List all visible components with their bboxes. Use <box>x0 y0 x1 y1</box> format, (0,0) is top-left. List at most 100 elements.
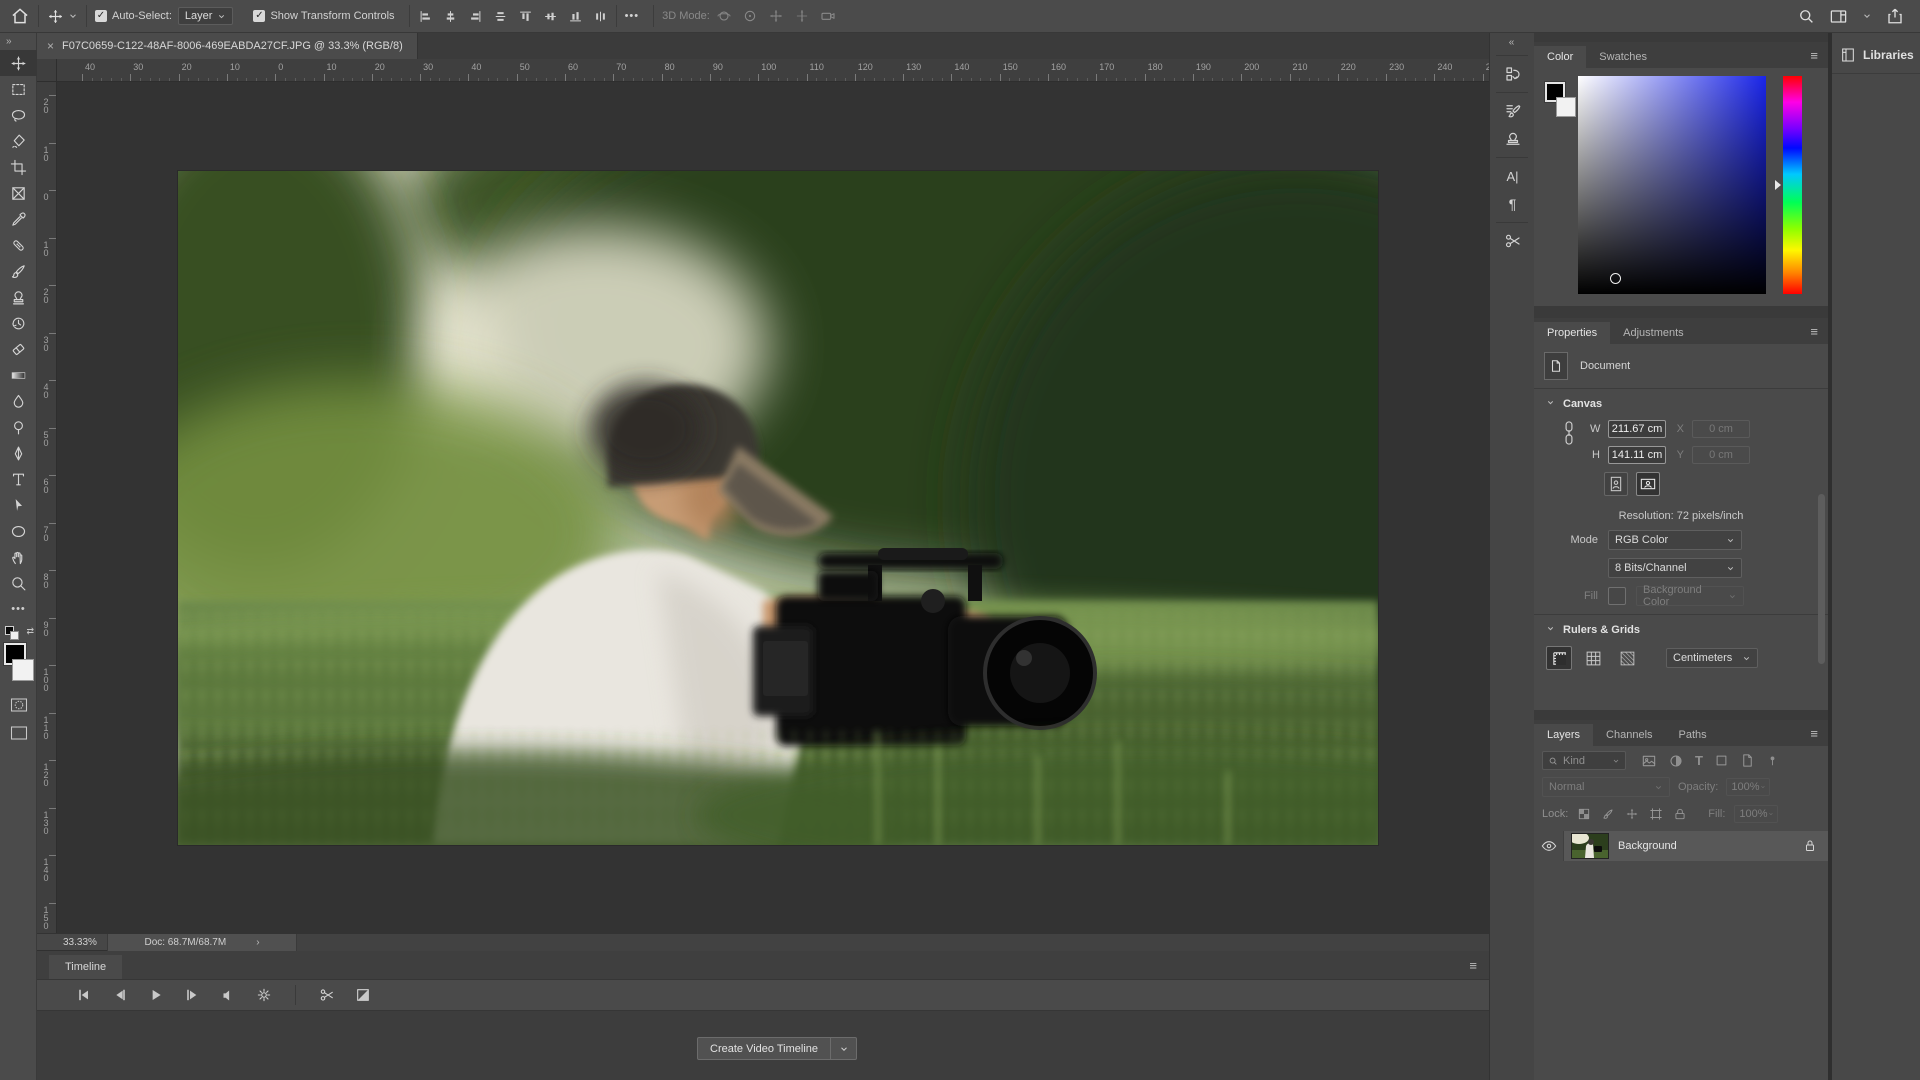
tab-channels[interactable]: Channels <box>1593 724 1665 746</box>
tab-color[interactable]: Color <box>1534 46 1586 68</box>
panel-menu-icon[interactable]: ≡ <box>1810 48 1818 63</box>
color-marker[interactable] <box>1610 273 1621 284</box>
pasteboard[interactable] <box>57 82 1489 933</box>
toggle-rulers-button[interactable] <box>1546 646 1572 670</box>
width-field[interactable]: 211.67 cm <box>1608 420 1666 438</box>
share-icon[interactable] <box>1886 7 1904 25</box>
align-top-edges-icon[interactable] <box>518 9 533 24</box>
saturation-brightness-box[interactable] <box>1578 76 1766 294</box>
align-vertical-centers-icon[interactable] <box>543 9 558 24</box>
x-field[interactable]: 0 cm <box>1692 420 1750 438</box>
3d-orbit-icon[interactable] <box>716 8 732 24</box>
lock-artboard-icon[interactable] <box>1649 807 1663 821</box>
tab-paths[interactable]: Paths <box>1666 724 1720 746</box>
options-more-button[interactable]: ••• <box>625 10 640 22</box>
libraries-header[interactable]: Libraries <box>1832 33 1920 74</box>
layer-thumbnail[interactable] <box>1572 834 1608 858</box>
object-selection-tool[interactable] <box>0 128 37 154</box>
3d-camera-icon[interactable] <box>820 8 836 24</box>
audio-button[interactable] <box>217 988 239 1003</box>
ruler-units-dropdown[interactable]: Centimeters <box>1666 648 1758 668</box>
tab-layers[interactable]: Layers <box>1534 724 1593 746</box>
quick-mask-button[interactable] <box>0 692 37 718</box>
search-icon[interactable] <box>1797 7 1815 25</box>
character-panel-icon[interactable]: A| <box>1490 162 1535 190</box>
distribute-vertical-centers-icon[interactable] <box>493 9 508 24</box>
hue-slider[interactable] <box>1783 76 1802 294</box>
lock-position-icon[interactable] <box>1625 807 1639 821</box>
frame-tool[interactable] <box>0 180 37 206</box>
panel-menu-icon[interactable]: ≡ <box>1810 726 1818 741</box>
layer-locked-icon[interactable] <box>1804 839 1816 853</box>
history-panel-icon[interactable] <box>1490 60 1535 88</box>
filter-type-icon[interactable]: T <box>1695 753 1703 769</box>
3d-roll-icon[interactable] <box>742 8 758 24</box>
blend-mode-dropdown[interactable]: Normal <box>1542 777 1670 797</box>
filter-shape-icon[interactable] <box>1714 753 1729 769</box>
swap-colors-icon[interactable]: ⇄ <box>26 626 34 637</box>
brush-settings-panel-icon[interactable] <box>1490 97 1535 125</box>
canvas-fill-swatch[interactable] <box>1608 587 1626 605</box>
layer-row-background[interactable]: Background <box>1534 831 1828 861</box>
photo-canvas[interactable] <box>178 171 1378 845</box>
split-at-playhead-button[interactable] <box>316 987 338 1003</box>
blur-tool[interactable] <box>0 388 37 414</box>
previous-frame-button[interactable] <box>109 987 131 1003</box>
ruler-corner[interactable] <box>37 59 57 82</box>
panel-menu-icon[interactable]: ≡ <box>1810 324 1818 339</box>
eraser-tool[interactable] <box>0 336 37 362</box>
y-field[interactable]: 0 cm <box>1692 446 1750 464</box>
landscape-orientation-button[interactable] <box>1636 472 1660 496</box>
filter-image-icon[interactable] <box>1641 753 1657 769</box>
lasso-tool[interactable] <box>0 102 37 128</box>
pen-tool[interactable] <box>0 440 37 466</box>
align-bottom-edges-icon[interactable] <box>568 9 583 24</box>
color-mode-dropdown[interactable]: RGB Color <box>1608 530 1742 550</box>
timeline-tab[interactable]: Timeline <box>49 955 122 979</box>
clone-source-panel-icon[interactable] <box>1490 125 1535 153</box>
fill-field[interactable]: 100% <box>1734 805 1778 823</box>
play-button[interactable] <box>145 987 167 1003</box>
hand-tool[interactable] <box>0 544 37 570</box>
home-icon[interactable] <box>10 6 30 26</box>
path-selection-tool[interactable] <box>0 492 37 518</box>
lock-all-icon[interactable] <box>1673 807 1687 821</box>
default-colors-icon[interactable] <box>10 631 19 640</box>
3d-slide-icon[interactable] <box>794 8 810 24</box>
tab-swatches[interactable]: Swatches <box>1586 46 1660 68</box>
rectangular-marquee-tool[interactable] <box>0 76 37 102</box>
canvas-fill-dropdown[interactable]: Background Color <box>1636 586 1744 606</box>
show-transform-checkbox[interactable]: ✓ <box>253 10 265 22</box>
properties-scrollbar[interactable] <box>1818 494 1825 664</box>
current-tool-move[interactable] <box>47 8 78 25</box>
tab-properties[interactable]: Properties <box>1534 322 1610 344</box>
zoom-tool[interactable] <box>0 570 37 596</box>
toolbar-expand-button[interactable]: » <box>0 33 36 50</box>
spot-healing-brush-tool[interactable] <box>0 232 37 258</box>
timeline-settings-button[interactable] <box>253 987 275 1003</box>
status-chevron-icon[interactable]: › <box>256 937 259 948</box>
eyedropper-tool[interactable] <box>0 206 37 232</box>
filter-toggle-icon[interactable] <box>1766 753 1779 769</box>
horizontal-ruler[interactable]: 4030201001020304050607080901001101201301… <box>57 59 1489 82</box>
filter-kind-dropdown[interactable]: Kind <box>1542 751 1626 770</box>
history-brush-tool[interactable] <box>0 310 37 336</box>
lock-transparent-icon[interactable] <box>1577 807 1591 821</box>
portrait-orientation-button[interactable] <box>1604 472 1628 496</box>
toggle-grid-button[interactable] <box>1580 646 1606 670</box>
type-tool[interactable] <box>0 466 37 492</box>
timeline-menu-icon[interactable]: ≡ <box>1469 958 1477 973</box>
paragraph-panel-icon[interactable]: ¶ <box>1490 190 1535 218</box>
next-frame-button[interactable] <box>181 987 203 1003</box>
auto-select-target-dropdown[interactable]: Layer <box>178 7 234 25</box>
tab-adjustments[interactable]: Adjustments <box>1610 322 1697 344</box>
canvas-section-header[interactable]: Canvas <box>1534 389 1828 416</box>
clone-stamp-tool[interactable] <box>0 284 37 310</box>
more-tools-button[interactable]: ••• <box>0 596 37 622</box>
expand-panels-button[interactable]: « <box>1490 33 1534 51</box>
brush-tool[interactable] <box>0 258 37 284</box>
height-field[interactable]: 141.11 cm <box>1608 446 1666 464</box>
bit-depth-dropdown[interactable]: 8 Bits/Channel <box>1608 558 1742 578</box>
first-frame-button[interactable] <box>73 987 95 1003</box>
auto-select-checkbox[interactable]: ✓ <box>95 10 107 22</box>
